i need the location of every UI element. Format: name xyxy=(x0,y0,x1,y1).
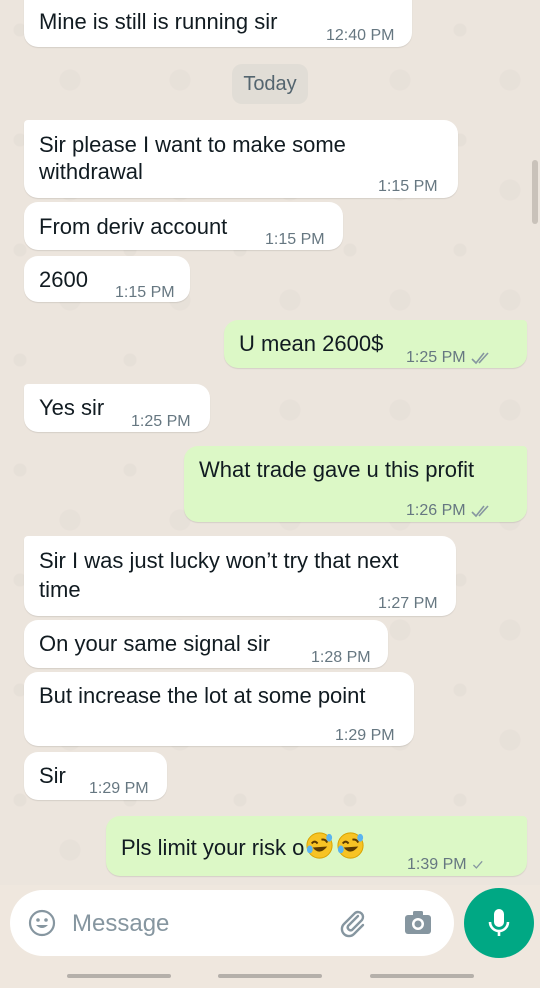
message-time: 1:15 PM xyxy=(378,178,438,195)
message-time: 1:39 PM xyxy=(407,856,467,873)
chat-area[interactable]: Mine is still is running sir 12:40 PM To… xyxy=(0,0,540,885)
emoji-icon[interactable] xyxy=(28,909,56,937)
message-text: But increase the lot at some point xyxy=(39,683,366,708)
message-text: What trade gave u this profit xyxy=(199,457,475,482)
message-time: 1:25 PM xyxy=(406,349,466,366)
message-outgoing[interactable]: U mean 2600$ 1:25 PM xyxy=(224,320,527,368)
message-text-line-2: withdrawal xyxy=(39,159,143,184)
message-meta: 1:26 PM xyxy=(406,497,493,524)
message-incoming[interactable]: From deriv account 1:15 PM xyxy=(24,202,343,250)
rolling-on-floor-laughing-emoji xyxy=(306,832,333,859)
nav-home[interactable] xyxy=(218,974,322,978)
message-incoming[interactable]: Sir I was just lucky won’t try that next… xyxy=(24,536,456,616)
message-time: 1:29 PM xyxy=(89,780,149,797)
voice-record-button[interactable] xyxy=(464,888,534,958)
double-check-icon xyxy=(471,504,489,517)
message-incoming[interactable]: Yes sir 1:25 PM xyxy=(24,384,210,432)
scrollbar-thumb[interactable] xyxy=(532,160,538,224)
message-incoming[interactable]: But increase the lot at some point 1:29 … xyxy=(24,672,414,746)
message-time: 1:28 PM xyxy=(311,649,371,666)
message-text: 2600 xyxy=(39,267,88,292)
message-text: Pls limit your risk o xyxy=(121,830,366,861)
message-incoming[interactable]: Sir 1:29 PM xyxy=(24,752,167,800)
message-text: On your same signal sir xyxy=(39,631,271,656)
message-text: Yes sir xyxy=(39,395,105,420)
message-text-line-1: Sir please I want to make some xyxy=(39,132,346,157)
message-time: 1:25 PM xyxy=(131,413,191,430)
message-composer[interactable]: Message xyxy=(10,890,454,956)
message-time: 1:26 PM xyxy=(406,502,466,519)
message-input[interactable]: Message xyxy=(72,910,169,938)
message-time: 1:29 PM xyxy=(335,727,395,744)
message-text: Sir xyxy=(39,763,66,788)
message-text-line-2: time xyxy=(39,577,81,602)
microphone-icon xyxy=(488,909,510,936)
message-incoming[interactable]: Sir please I want to make some withdrawa… xyxy=(24,120,458,198)
message-incoming[interactable]: On your same signal sir 1:28 PM xyxy=(24,620,388,668)
message-meta: 1:25 PM xyxy=(406,344,493,371)
nav-recents[interactable] xyxy=(67,974,171,978)
message-text: Mine is still is running sir xyxy=(39,9,278,34)
message-text-line-1: Sir I was just lucky won’t try that next xyxy=(39,548,399,573)
date-separator: Today xyxy=(232,64,308,104)
message-incoming[interactable]: Mine is still is running sir 12:40 PM xyxy=(24,0,412,47)
message-text: U mean 2600$ xyxy=(239,331,384,356)
double-check-icon xyxy=(471,351,489,364)
camera-icon[interactable] xyxy=(403,909,433,937)
message-outgoing[interactable]: Pls limit your risk o 1:39 PM xyxy=(106,816,527,876)
system-navigation-bar xyxy=(0,965,540,988)
message-time: 1:15 PM xyxy=(115,284,175,301)
message-meta: 1:39 PM xyxy=(407,851,488,878)
attachment-icon[interactable] xyxy=(338,908,368,938)
message-text: From deriv account xyxy=(39,214,228,239)
message-time: 1:27 PM xyxy=(378,595,438,612)
message-text-content: Pls limit your risk o xyxy=(121,835,305,860)
message-outgoing[interactable]: What trade gave u this profit 1:26 PM xyxy=(184,446,527,522)
single-check-icon xyxy=(472,860,483,869)
message-incoming[interactable]: 2600 1:15 PM xyxy=(24,256,190,302)
rolling-on-floor-laughing-emoji xyxy=(337,832,364,859)
message-time: 1:15 PM xyxy=(265,231,325,248)
message-time: 12:40 PM xyxy=(326,27,395,44)
nav-back[interactable] xyxy=(370,974,474,978)
